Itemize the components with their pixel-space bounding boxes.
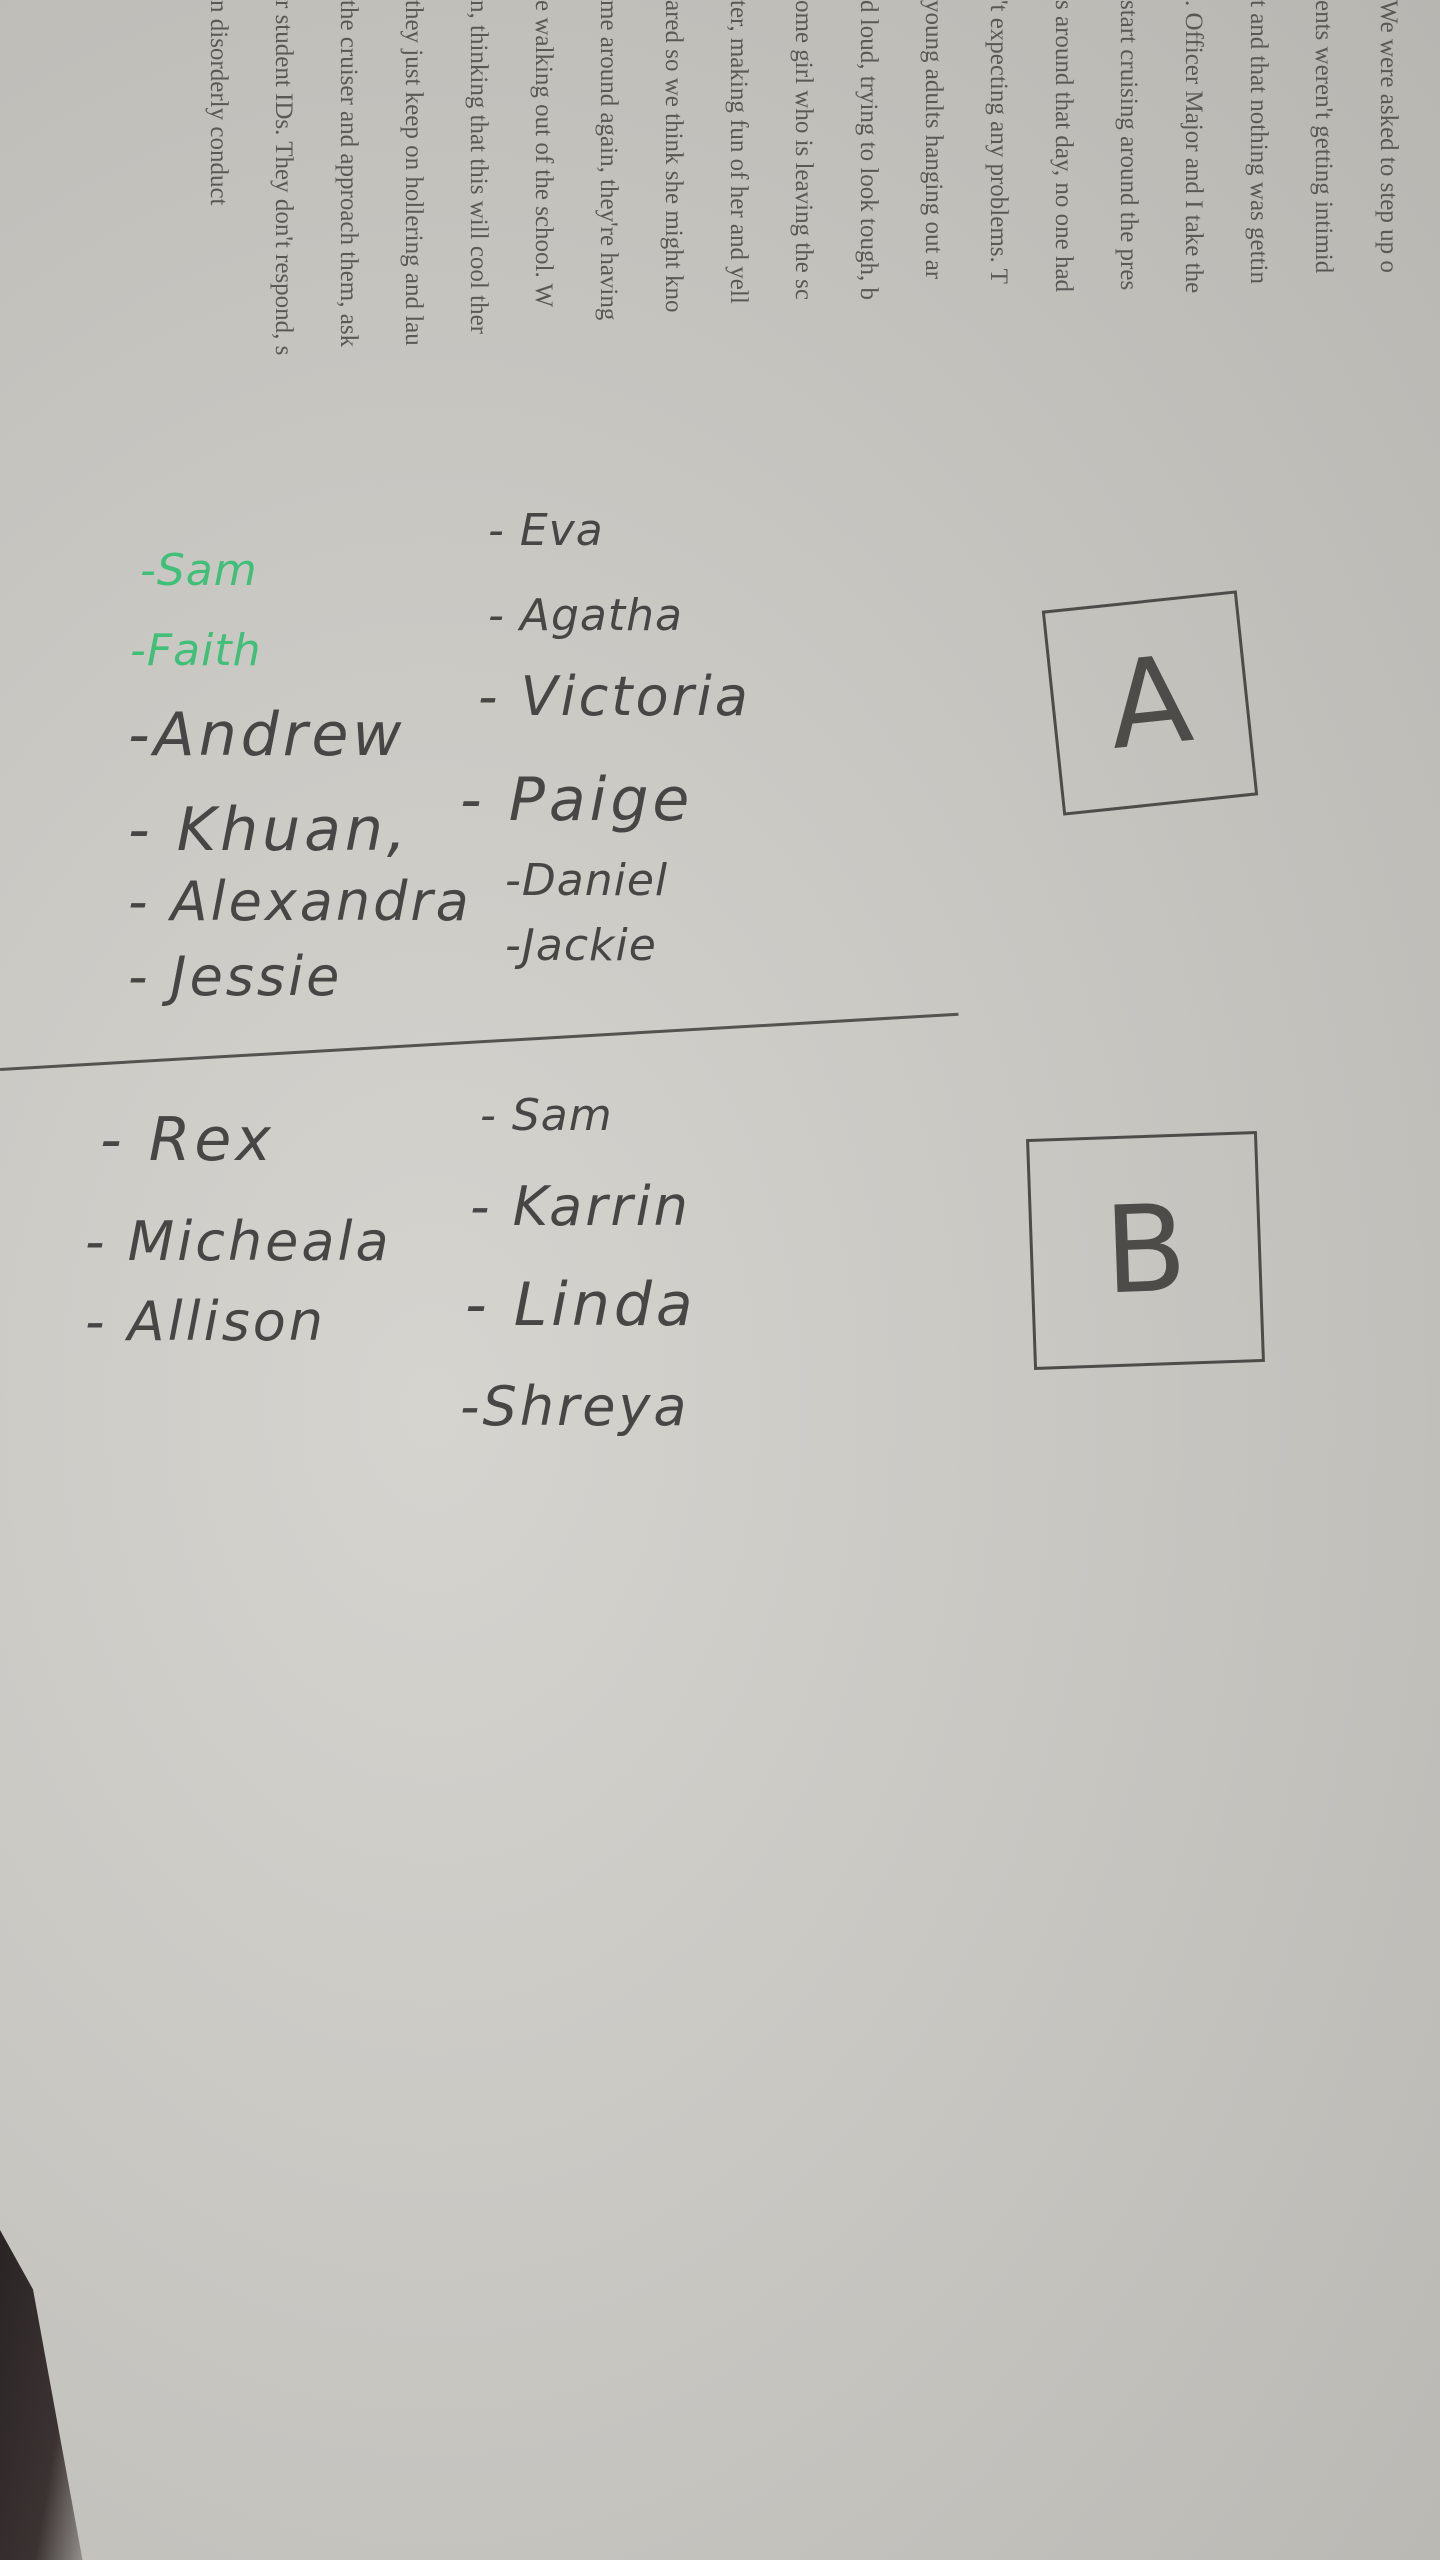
group-a-label: A bbox=[1101, 629, 1199, 777]
group-a-name: -Andrew bbox=[128, 700, 406, 770]
printed-line: ared so we think she might kno bbox=[660, 0, 687, 313]
printed-line: they just keep on hollering and lau bbox=[400, 0, 427, 346]
printed-line: young adults hanging out ar bbox=[920, 0, 947, 280]
printed-line: ents weren't getting intimid bbox=[1310, 0, 1337, 274]
printed-line: n, thinking that this will cool ther bbox=[465, 0, 492, 334]
printed-line: ome girl who is leaving the sc bbox=[790, 0, 817, 300]
group-b-label: B bbox=[1101, 1179, 1190, 1322]
group-a-name: - Agatha bbox=[488, 590, 683, 641]
printed-line: me around again, they're having bbox=[595, 0, 622, 321]
printed-line: We were asked to step up o bbox=[1375, 0, 1402, 273]
printed-line: . Officer Major and I take the bbox=[1180, 0, 1207, 294]
printed-line: r student IDs. They don't respond, s bbox=[270, 0, 297, 356]
group-a-name: -Sam bbox=[140, 545, 258, 596]
printed-line: d loud, trying to look tough, b bbox=[855, 0, 882, 300]
printed-line: e walking out of the school. W bbox=[530, 0, 557, 308]
group-b-name: - Karrin bbox=[470, 1175, 691, 1238]
group-a-name: - Khuan, bbox=[128, 795, 410, 865]
group-a-name: - Paige bbox=[460, 765, 694, 835]
group-a-name: - Jessie bbox=[128, 945, 343, 1008]
group-b-name: - Linda bbox=[465, 1270, 697, 1340]
group-b-name: - Micheala bbox=[85, 1210, 392, 1273]
group-b-name: - Rex bbox=[100, 1105, 275, 1175]
group-a-name: -Jackie bbox=[505, 920, 657, 971]
printed-line: t and that nothing was gettin bbox=[1245, 0, 1272, 284]
printed-line: 't expecting any problems. T bbox=[985, 0, 1012, 284]
printed-line: ter, making fun of her and yell bbox=[725, 0, 752, 304]
group-b-name: - Sam bbox=[480, 1090, 613, 1141]
group-a-name: - Alexandra bbox=[128, 870, 472, 933]
printed-line: n disorderly conduct bbox=[205, 0, 232, 206]
group-a-name: -Faith bbox=[130, 625, 262, 676]
printed-text-block: We were asked to step up o ents weren't … bbox=[170, 0, 1405, 480]
group-b-name: - Allison bbox=[85, 1290, 326, 1353]
printed-line: s around that day, no one had bbox=[1050, 0, 1077, 293]
group-a-name: -Daniel bbox=[505, 855, 669, 906]
group-a-name: - Victoria bbox=[478, 665, 751, 728]
printed-line: the cruiser and approach them, ask bbox=[335, 0, 362, 348]
group-b-name: -Shreya bbox=[460, 1375, 690, 1438]
group-b-box: B bbox=[1026, 1131, 1265, 1370]
printed-line: start cruising around the pres bbox=[1115, 0, 1142, 291]
group-a-name: - Eva bbox=[488, 505, 604, 556]
group-a-box: A bbox=[1041, 590, 1259, 816]
